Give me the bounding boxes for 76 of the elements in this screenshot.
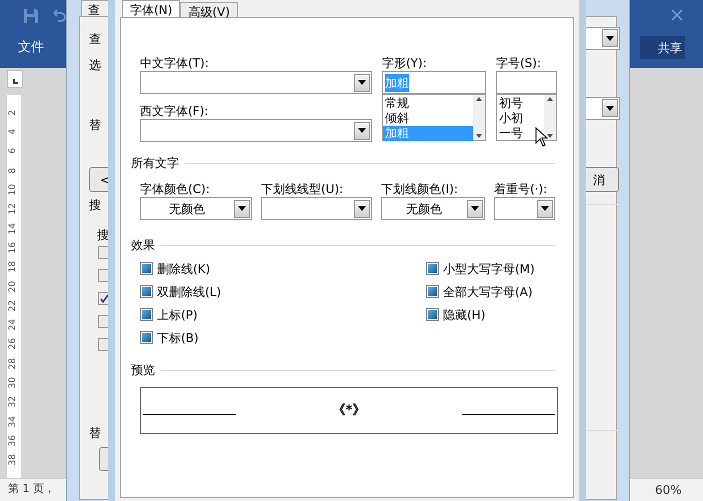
ruler-corner-icon xyxy=(7,70,23,88)
share-button[interactable]: 共享 xyxy=(640,36,685,59)
ruler-number: 32 xyxy=(7,396,20,408)
checkbox[interactable] xyxy=(426,262,439,275)
field-label: 西文字体(F): xyxy=(140,103,210,119)
field-label: 字形(Y): xyxy=(382,55,428,71)
dialog-tab[interactable]: 高级(V) xyxy=(180,2,238,17)
ruler-number: 20 xyxy=(7,280,20,292)
scrollbar[interactable] xyxy=(544,95,556,140)
dropdown-field[interactable] xyxy=(140,71,372,94)
checkbox-label: 下标(B) xyxy=(157,330,199,346)
checkbox-label: 双删除线(L) xyxy=(157,284,222,300)
ruler-number: 30 xyxy=(7,377,20,389)
ruler-number: 16 xyxy=(7,242,20,254)
field-label: 字体颜色(C): xyxy=(140,181,211,197)
field-label: 下划线线型(U): xyxy=(261,181,344,197)
ruler-number: 4 xyxy=(7,129,20,135)
dropdown-field[interactable] xyxy=(494,197,555,220)
field-label: 选 xyxy=(89,57,101,74)
checkbox-label: 上标(P) xyxy=(157,306,198,324)
field-label: 着重号(·): xyxy=(494,181,548,197)
checkbox[interactable] xyxy=(426,308,439,321)
section-title: 效果 xyxy=(131,237,155,254)
checkbox[interactable] xyxy=(426,285,439,298)
replace-label: 替 xyxy=(89,425,101,442)
field-label: 替 xyxy=(89,117,101,134)
dropdown-field[interactable] xyxy=(261,197,372,220)
scroll-up-icon[interactable] xyxy=(476,97,482,101)
text-field[interactable] xyxy=(496,71,557,94)
dropdown-field[interactable]: 无颜色 xyxy=(381,197,485,220)
field-label: 中文字体(T): xyxy=(140,55,210,71)
checkbox[interactable] xyxy=(140,262,153,275)
dropdown-field[interactable]: 无颜色 xyxy=(140,197,252,220)
ruler-number: 22 xyxy=(7,300,20,312)
ruler-number: 34 xyxy=(7,416,20,428)
ruler-number: 8 xyxy=(7,168,20,174)
checkbox-label: 隐藏(H) xyxy=(443,306,486,324)
ruler-number: 18 xyxy=(7,261,20,273)
ruler-number: 24 xyxy=(7,319,20,331)
scroll-down-icon[interactable] xyxy=(547,134,553,138)
ruler-number: 10 xyxy=(7,184,20,196)
scrollbar[interactable] xyxy=(473,95,485,140)
search-options-label: 搜 xyxy=(97,227,109,244)
ruler-number: 28 xyxy=(7,358,20,370)
dialog-tab[interactable]: 字体(N) xyxy=(122,0,180,17)
scroll-down-icon[interactable] xyxy=(476,134,482,138)
ruler-number: 12 xyxy=(7,203,20,215)
ruler-number: 38 xyxy=(7,454,20,466)
list-option[interactable]: 小初 xyxy=(497,111,544,126)
list-option[interactable]: 初号 xyxy=(497,96,544,111)
file-tab[interactable]: 文件 xyxy=(18,38,44,58)
section-title: 预览 xyxy=(131,362,155,379)
list-option[interactable]: 倾斜 xyxy=(383,111,473,126)
ruler-number: 36 xyxy=(7,434,20,446)
preview-sample: 《*》 xyxy=(332,402,366,420)
checkbox[interactable] xyxy=(140,331,153,344)
search-label: 搜 xyxy=(89,197,101,214)
page-status: 第 1 页， xyxy=(8,481,55,497)
ruler-number: 6 xyxy=(7,148,20,154)
scroll-up-icon[interactable] xyxy=(547,97,553,101)
field-label: 字号(S): xyxy=(496,55,542,71)
checkbox[interactable] xyxy=(140,285,153,298)
close-icon[interactable] xyxy=(671,9,683,21)
dropdown-field[interactable] xyxy=(140,119,372,142)
checkbox-label: 小型大写字母(M) xyxy=(443,260,535,278)
field-label: 下划线颜色(I): xyxy=(381,181,459,197)
checkbox[interactable] xyxy=(140,308,153,321)
field-label: 查 xyxy=(89,31,101,48)
list-option[interactable]: 常规 xyxy=(383,96,473,111)
zoom-level[interactable]: 60% xyxy=(655,481,682,499)
ruler-number: 2 xyxy=(7,110,20,116)
checkbox-label: 全部大写字母(A) xyxy=(443,284,533,300)
ruler-number: 26 xyxy=(7,338,20,350)
ruler-number: 14 xyxy=(7,222,20,234)
section-title: 所有文字 xyxy=(131,155,179,172)
checkbox-label: 删除线(K) xyxy=(157,260,210,278)
